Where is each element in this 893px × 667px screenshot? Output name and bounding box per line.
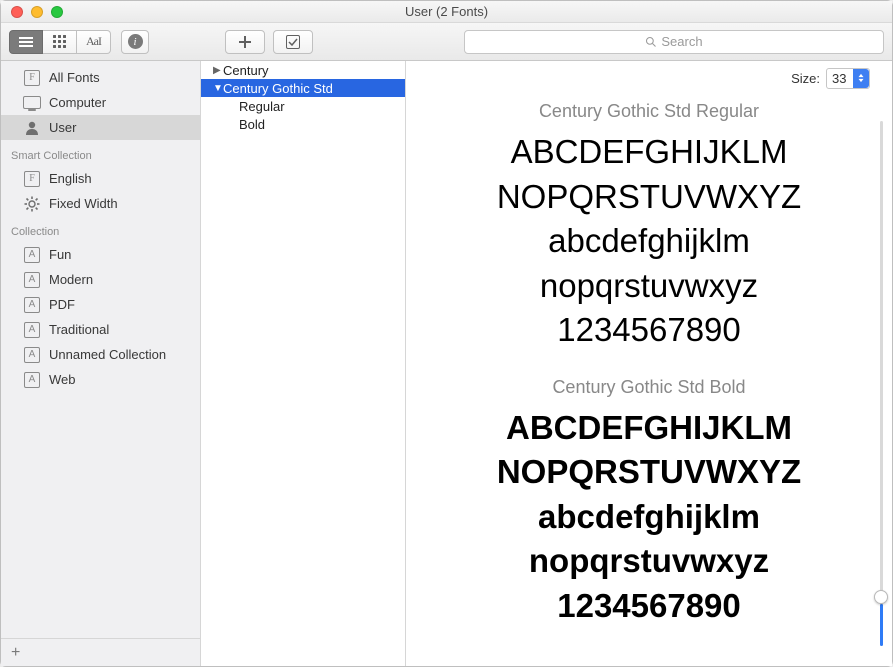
sample-line: ABCDEFGHIJKLM	[426, 406, 872, 451]
a-box-icon: A	[23, 297, 41, 313]
sidebar-item-label: Fun	[49, 247, 71, 262]
sidebar-item-label: All Fonts	[49, 70, 100, 85]
sidebar-item-label: Web	[49, 372, 76, 387]
a-box-icon: A	[23, 272, 41, 288]
sidebar-item-modern[interactable]: A Modern	[1, 267, 200, 292]
view-grid-button[interactable]	[43, 30, 77, 54]
sample-block-bold: ABCDEFGHIJKLM NOPQRSTUVWXYZ abcdefghijkl…	[426, 406, 872, 629]
view-list-button[interactable]	[9, 30, 43, 54]
search-icon	[645, 36, 657, 48]
sidebar-item-unnamed-collection[interactable]: A Unnamed Collection	[1, 342, 200, 367]
sidebar-item-fixed-width[interactable]: Fixed Width	[1, 191, 200, 216]
sidebar-item-label: PDF	[49, 297, 75, 312]
a-box-icon: A	[23, 347, 41, 363]
disclosure-triangle-icon[interactable]: ▶	[213, 65, 223, 76]
a-box-icon: A	[23, 247, 41, 263]
preview-header: Size: 33	[406, 61, 892, 95]
sample-line: abcdefghijklm	[426, 219, 872, 264]
minimize-window-button[interactable]	[31, 6, 43, 18]
preview-scroll: Century Gothic Std Regular ABCDEFGHIJKLM…	[406, 95, 892, 666]
info-icon: i	[128, 34, 143, 49]
font-family-list: ▶ Century ▼ Century Gothic Std Regular B…	[201, 61, 406, 666]
disclosure-triangle-icon[interactable]: ▼	[213, 83, 223, 94]
f-box-icon: F	[23, 171, 41, 187]
slider-track	[880, 121, 883, 646]
size-label: Size:	[791, 71, 820, 86]
info-button[interactable]: i	[121, 30, 149, 54]
view-mode-segmented-control: AaI	[9, 30, 111, 54]
sample-title: Century Gothic Std Bold	[426, 377, 872, 398]
sidebar-item-label: English	[49, 171, 92, 186]
sidebar-item-label: Unnamed Collection	[49, 347, 166, 362]
sidebar-item-web[interactable]: A Web	[1, 367, 200, 392]
font-style-name: Regular	[239, 99, 285, 114]
a-box-icon: A	[23, 372, 41, 388]
sidebar-item-label: Traditional	[49, 322, 109, 337]
sidebar-heading-smart: Smart Collection	[1, 140, 200, 166]
sample-line: nopqrstuvwxyz	[426, 264, 872, 309]
sidebar-item-label: Computer	[49, 95, 106, 110]
size-select[interactable]: 33	[826, 68, 870, 89]
sidebar-item-computer[interactable]: Computer	[1, 90, 200, 115]
window-title: User (2 Fonts)	[1, 4, 892, 19]
preview-pane: Size: 33 Century Gothic Std Regular ABCD…	[406, 61, 892, 666]
dropdown-caret-icon	[853, 69, 869, 88]
sidebar-item-english[interactable]: F English	[1, 166, 200, 191]
grid-icon	[53, 35, 66, 48]
size-slider[interactable]	[876, 121, 886, 646]
slider-fill	[880, 604, 883, 646]
font-family-name: Century	[223, 63, 269, 78]
sidebar-item-all-fonts[interactable]: F All Fonts	[1, 65, 200, 90]
sample-line: nopqrstuvwxyz	[426, 539, 872, 584]
sidebar-item-label: Fixed Width	[49, 196, 118, 211]
validate-font-button[interactable]	[273, 30, 313, 54]
font-style-name: Bold	[239, 117, 265, 132]
sidebar-item-traditional[interactable]: A Traditional	[1, 317, 200, 342]
font-family-row[interactable]: ▼ Century Gothic Std	[201, 79, 405, 97]
font-family-row[interactable]: ▶ Century	[201, 61, 405, 79]
zoom-window-button[interactable]	[51, 6, 63, 18]
font-family-name: Century Gothic Std	[223, 81, 333, 96]
font-style-row[interactable]: Regular	[201, 97, 405, 115]
view-sample-button[interactable]: AaI	[77, 30, 111, 54]
sidebar-item-label: Modern	[49, 272, 93, 287]
sample-line: abcdefghijklm	[426, 495, 872, 540]
sample-line: NOPQRSTUVWXYZ	[426, 175, 872, 220]
sample-line: 1234567890	[426, 308, 872, 353]
sidebar-heading-collection: Collection	[1, 216, 200, 242]
close-window-button[interactable]	[11, 6, 23, 18]
sidebar: F All Fonts Computer User Smart Collecti…	[1, 61, 201, 666]
user-icon	[23, 120, 41, 136]
search-field[interactable]: Search	[464, 30, 884, 54]
titlebar: User (2 Fonts)	[1, 1, 892, 23]
slider-thumb[interactable]	[874, 590, 888, 604]
toolbar: AaI i Search	[1, 23, 892, 61]
size-value: 33	[832, 71, 846, 86]
sidebar-item-fun[interactable]: A Fun	[1, 242, 200, 267]
sample-line: NOPQRSTUVWXYZ	[426, 450, 872, 495]
gear-icon	[23, 196, 41, 212]
font-style-row[interactable]: Bold	[201, 115, 405, 133]
f-box-icon: F	[23, 70, 41, 86]
sample-block-regular: ABCDEFGHIJKLM NOPQRSTUVWXYZ abcdefghijkl…	[426, 130, 872, 353]
sidebar-item-label: User	[49, 120, 76, 135]
add-font-button[interactable]	[225, 30, 265, 54]
a-box-icon: A	[23, 322, 41, 338]
add-collection-button[interactable]: +	[1, 638, 200, 666]
checkbox-icon	[286, 35, 300, 49]
sidebar-item-user[interactable]: User	[1, 115, 200, 140]
main-area: F All Fonts Computer User Smart Collecti…	[1, 61, 892, 666]
search-placeholder: Search	[661, 34, 702, 49]
monitor-icon	[23, 96, 41, 109]
sample-title: Century Gothic Std Regular	[426, 101, 872, 122]
sample-line: 1234567890	[426, 584, 872, 629]
traffic-lights	[11, 6, 63, 18]
sidebar-item-pdf[interactable]: A PDF	[1, 292, 200, 317]
sample-line: ABCDEFGHIJKLM	[426, 130, 872, 175]
